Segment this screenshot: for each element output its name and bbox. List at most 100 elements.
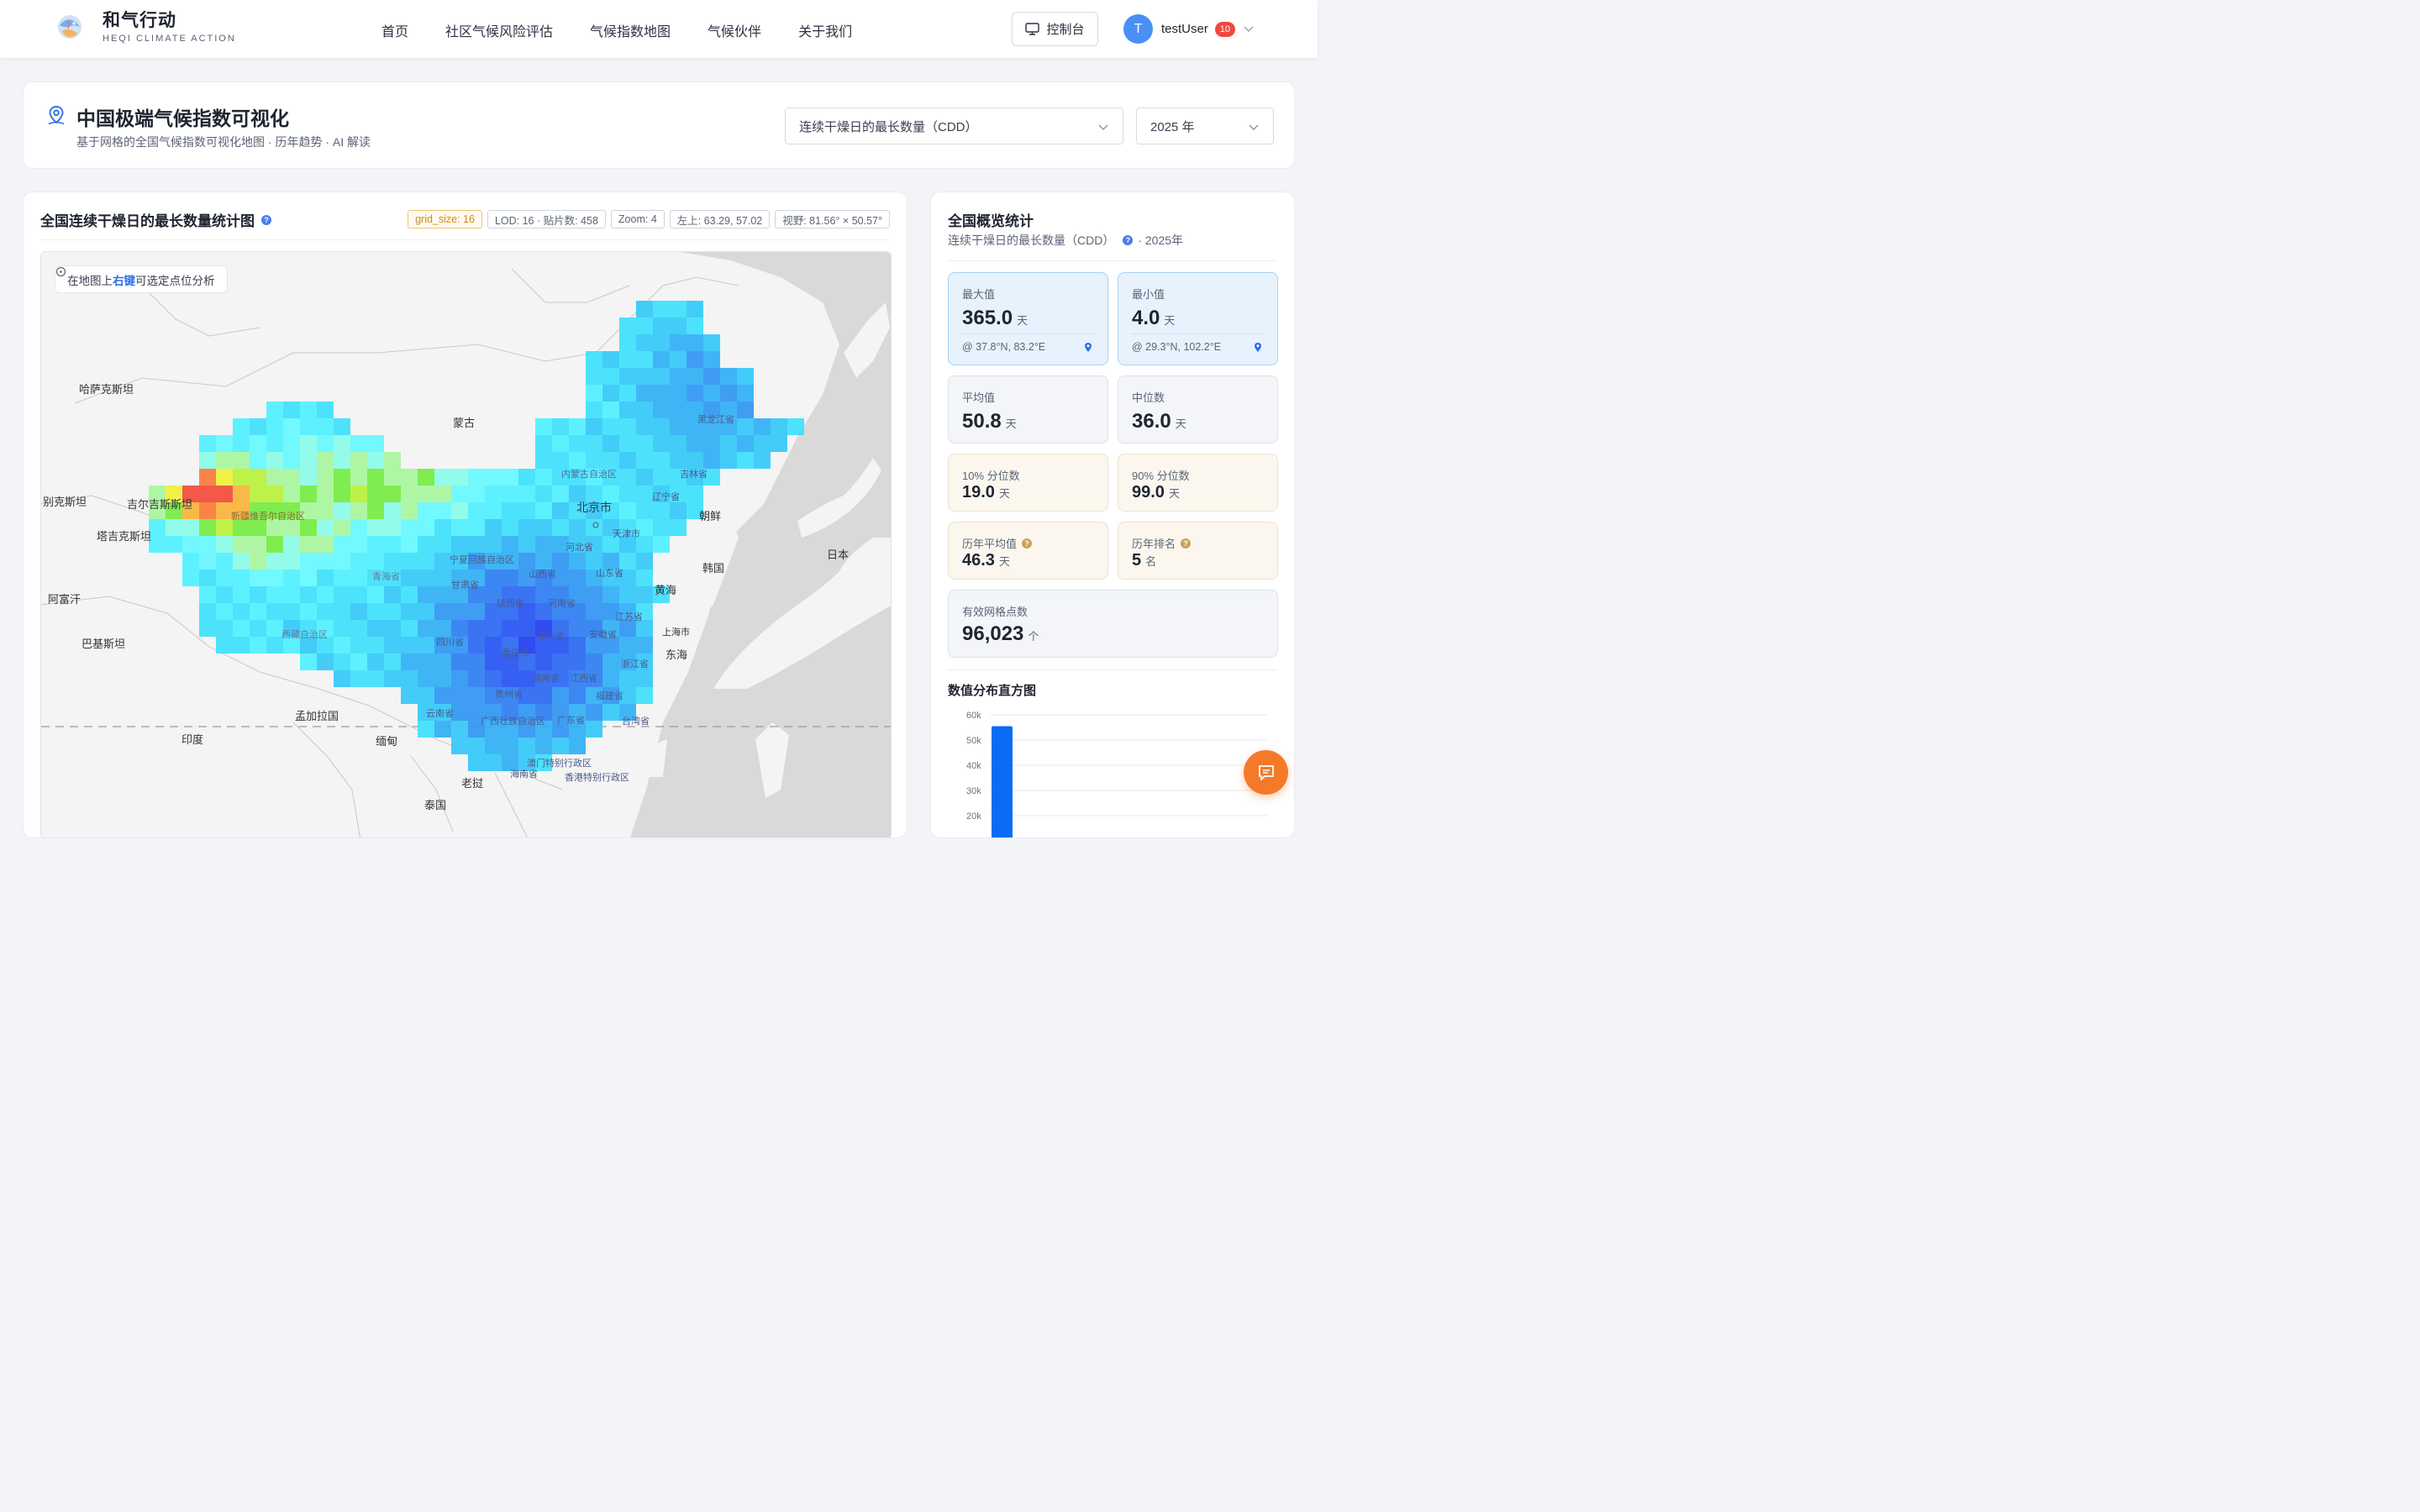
grid-cell [300,402,317,418]
help-icon[interactable]: ? [1022,538,1033,549]
y-tick-label: 50k [966,736,981,746]
stat-unit: 天 [1175,417,1186,430]
grid-cell [250,586,266,603]
grid-cell [552,502,569,519]
grid-cell [636,418,653,435]
grid-cell [350,553,367,570]
map-pin-icon[interactable] [1084,342,1092,353]
grid-cell [216,502,233,519]
grid-cell [468,502,485,519]
grid-cell [485,654,502,670]
grid-cell [619,553,636,570]
grid-cell [367,536,384,553]
grid-cell [334,486,350,502]
grid-cell [401,536,418,553]
grid-cell [199,519,216,536]
grid-cell [670,351,687,368]
grid-cell [703,385,720,402]
grid-cell [653,318,670,334]
grid-cell [485,536,502,553]
brand[interactable]: 和气行动 HEQI CLIMATE ACTION [55,10,236,44]
stats-card: 全国概览统计 连续干燥日的最长数量（CDD） ? · 2025年 最大值 365… [930,192,1295,838]
grid-cell [569,553,586,570]
grid-cell [418,670,434,687]
map-label: 广东省 [557,715,585,726]
grid-cell [266,637,283,654]
chat-button[interactable] [1244,750,1288,795]
grid-cell [586,368,602,385]
grid-cell [670,502,687,519]
map-label: 湖北省 [537,631,565,642]
map-canvas[interactable]: 哈萨克斯坦蒙古别克斯坦 吉尔吉斯斯坦塔吉克斯坦阿富汗巴基斯坦印度 孟加拉国缅甸老挝泰… [41,252,892,838]
grid-cell [334,570,350,586]
map-label: 海南省 [510,768,538,780]
grid-cell [182,553,199,570]
tag-top-left: 左上: 63.29, 57.02 [669,210,771,228]
grid-cell [468,687,485,704]
grid-cell [182,570,199,586]
map-label: 上海市 [662,626,690,638]
grid-cell [468,738,485,754]
help-icon[interactable]: ? [261,214,271,225]
grid-cell [317,654,334,670]
map-label: 老挝 [461,777,483,790]
grid-cell [703,334,720,351]
console-button[interactable]: 控制台 [1012,12,1098,46]
grid-cell [418,486,434,502]
year-select[interactable]: 2025 年 [1136,108,1274,144]
nav-about[interactable]: 关于我们 [798,20,852,40]
grid-cell [199,502,216,519]
nav-climate-partners[interactable]: 气候伙伴 [708,20,761,40]
stat-median: 中位数 36.0 天 [1118,375,1278,444]
map-status-tags: grid_size: 16 LOD: 16 · 贴片数: 458 Zoom: 4… [402,210,890,228]
grid-cell [384,486,401,502]
grid-cell [518,620,535,637]
stat-max[interactable]: 最大值 365.0 天 @ 37.8°N, 83.2°E [948,272,1108,365]
grid-cell [418,502,434,519]
climate-index-select[interactable]: 连续干燥日的最长数量（CDD） [785,108,1123,144]
map-label: 日本 [827,549,849,561]
grid-cell [384,637,401,654]
nav-climate-index-map[interactable]: 气候指数地图 [590,20,671,40]
stat-min[interactable]: 最小值 4.0 天 @ 29.3°N, 102.2°E [1118,272,1278,365]
grid-cell [367,435,384,452]
grid-cell [569,738,586,754]
grid-cell [518,519,535,536]
help-icon[interactable]: ? [1123,235,1134,245]
grid-cell [602,351,619,368]
grid-cell [367,620,384,637]
grid-cell [687,435,703,452]
climate-grid-map[interactable]: 哈萨克斯坦 蒙古 别克斯坦 吉尔吉斯斯坦 塔吉克斯坦 阿富汗 巴基斯坦 印度 孟加拉国 缅甸 老挝泰… [40,251,892,838]
grid-cell [569,637,586,654]
divider [948,669,1277,670]
stat-unit: 名 [1145,555,1157,568]
grid-cell [401,620,418,637]
grid-cell [636,469,653,486]
grid-cell [569,486,586,502]
grid-cell [636,570,653,586]
grid-cell [216,586,233,603]
grid-cell [771,418,787,435]
map-pin-icon[interactable] [1254,342,1262,353]
nav-home[interactable]: 首页 [381,20,408,40]
console-label: 控制台 [1046,23,1085,37]
grid-cell [350,536,367,553]
grid-cell [737,385,754,402]
grid-cell [602,385,619,402]
grid-cell [687,452,703,469]
grid-cell [451,502,468,519]
grid-cell [317,502,334,519]
grid-cell [552,654,569,670]
grid-cell [434,721,451,738]
grid-cell [233,586,250,603]
grid-cell [199,570,216,586]
nav-community-risk[interactable]: 社区气候风险评估 [445,20,553,40]
user-menu[interactable]: T testUser 10 [1123,14,1254,44]
grid-cell [317,402,334,418]
grid-cell [619,418,636,435]
help-icon[interactable]: ? [1181,538,1192,549]
grid-cell [317,418,334,435]
grid-cell [535,452,552,469]
grid-cell [334,620,350,637]
map-label: 孟加拉国 [295,710,339,722]
